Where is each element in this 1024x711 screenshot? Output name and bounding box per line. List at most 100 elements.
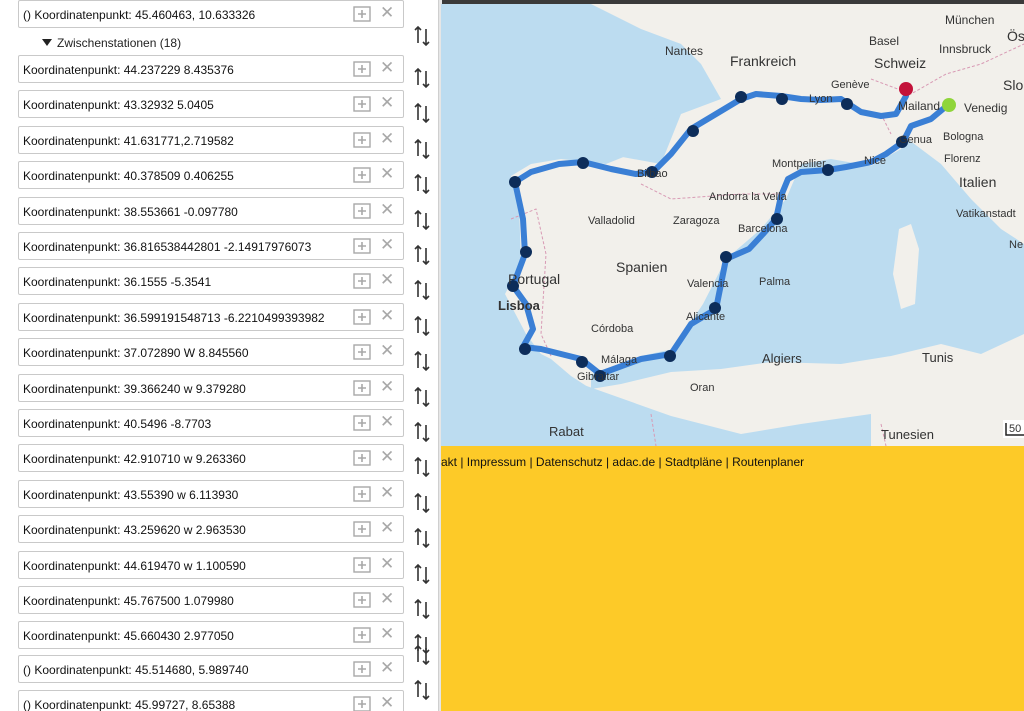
waypoint-marker[interactable] [720,251,732,263]
close-icon[interactable]: ✕ [380,659,394,676]
map-label-valencia: Valencia [687,278,729,290]
add-stop-icon[interactable] [353,627,371,643]
waypoint-row[interactable]: Koordinatenpunkt: 44.619470 w 1.100590 ✕ [18,551,404,579]
footer-links[interactable]: akt | Impressum | Datenschutz | adac.de … [441,455,804,469]
waypoint-marker[interactable] [509,176,521,188]
close-icon[interactable]: ✕ [380,519,394,536]
close-icon[interactable]: ✕ [380,484,394,501]
waypoint-row[interactable]: Koordinatenpunkt: 43.259620 w 2.963530 ✕ [18,515,404,543]
swap-arrows-icon[interactable] [412,66,432,90]
waypoint-row[interactable]: Koordinatenpunkt: 42.910710 w 9.263360 ✕ [18,444,404,472]
map-label-mailand: Mailand [898,99,940,113]
add-stop-icon[interactable] [353,203,371,219]
add-stop-icon[interactable] [353,380,371,396]
waypoint-marker[interactable] [577,157,589,169]
add-stop-icon[interactable] [353,661,371,677]
swap-arrows-icon[interactable] [412,597,432,621]
waypoint-row[interactable]: Koordinatenpunkt: 38.553661 -0.097780 ✕ [18,197,404,225]
close-icon[interactable]: ✕ [380,94,394,111]
add-stop-icon[interactable] [353,309,371,325]
swap-arrows-icon[interactable] [412,678,432,702]
waypoint-row[interactable]: Koordinatenpunkt: 40.378509 0.406255 ✕ [18,161,404,189]
waypoint-row[interactable]: Koordinatenpunkt: 40.5496 -8.7703 ✕ [18,409,404,437]
close-icon[interactable]: ✕ [380,4,394,21]
waypoint-row[interactable]: Koordinatenpunkt: 44.237229 8.435376 ✕ [18,55,404,83]
add-stop-icon[interactable] [353,344,371,360]
waypoint-marker[interactable] [687,125,699,137]
add-stop-icon[interactable] [353,61,371,77]
close-icon[interactable]: ✕ [380,555,394,572]
waypoint-marker[interactable] [776,93,788,105]
close-icon[interactable]: ✕ [380,59,394,76]
map-label-muenchen: München [945,13,994,27]
close-icon[interactable]: ✕ [380,448,394,465]
waypoint-marker[interactable] [735,91,747,103]
add-stop-icon[interactable] [353,521,371,537]
close-icon[interactable]: ✕ [380,201,394,218]
waypoint-row[interactable]: () Koordinatenpunkt: 45.99727, 8.65388 ✕ [18,690,404,711]
waypoint-row[interactable]: Koordinatenpunkt: 36.816538442801 -2.149… [18,232,404,260]
swap-arrows-icon[interactable] [412,420,432,444]
swap-arrows-icon[interactable] [412,385,432,409]
waypoint-row[interactable]: Koordinatenpunkt: 43.55390 w 6.113930 ✕ [18,480,404,508]
swap-arrows-icon[interactable] [412,314,432,338]
swap-arrows-icon[interactable] [412,172,432,196]
waypoint-marker[interactable] [664,350,676,362]
waypoint-row[interactable]: Koordinatenpunkt: 41.631771,2.719582 ✕ [18,126,404,154]
swap-arrows-icon[interactable] [412,278,432,302]
close-icon[interactable]: ✕ [380,130,394,147]
footer-bar: akt | Impressum | Datenschutz | adac.de … [441,446,1024,711]
close-icon[interactable]: ✕ [380,307,394,324]
waypoint-marker[interactable] [841,98,853,110]
waypoint-row[interactable]: () Koordinatenpunkt: 45.514680, 5.989740… [18,655,404,683]
waypoint-row[interactable]: Koordinatenpunkt: 45.660430 2.977050 ✕ [18,621,404,649]
route-map[interactable]: München Öst Basel Innsbruck Nantes Frank… [441,4,1024,446]
close-icon[interactable]: ✕ [380,342,394,359]
waypoint-row[interactable]: Koordinatenpunkt: 43.32932 5.0405 ✕ [18,90,404,118]
swap-arrows-icon[interactable] [412,526,432,550]
add-stop-icon[interactable] [353,557,371,573]
add-stop-icon[interactable] [353,273,371,289]
swap-arrows-icon[interactable] [412,243,432,267]
end-marker[interactable] [899,82,913,96]
swap-arrows-icon[interactable] [412,101,432,125]
add-stop-icon[interactable] [353,450,371,466]
close-icon[interactable]: ✕ [380,165,394,182]
waypoint-row[interactable]: Koordinatenpunkt: 36.599191548713 -6.221… [18,303,404,331]
swap-arrows-icon[interactable] [412,643,432,667]
close-icon[interactable]: ✕ [380,271,394,288]
waypoint-row[interactable]: Koordinatenpunkt: 36.1555 -5.3541 ✕ [18,267,404,295]
swap-arrows-icon[interactable] [412,208,432,232]
add-stop-icon[interactable] [353,592,371,608]
waypoint-marker[interactable] [519,343,531,355]
close-icon[interactable]: ✕ [380,413,394,430]
waypoint-label: Koordinatenpunkt: 41.631771,2.719582 [23,134,234,148]
add-stop-icon[interactable] [353,167,371,183]
add-stop-icon[interactable] [353,6,371,22]
waypoint-start-row[interactable]: () Koordinatenpunkt: 45.460463, 10.63332… [18,0,404,28]
swap-arrows-icon[interactable] [412,491,432,515]
waypoint-row[interactable]: Koordinatenpunkt: 45.767500 1.079980 ✕ [18,586,404,614]
swap-arrows-icon[interactable] [412,455,432,479]
add-stop-icon[interactable] [353,696,371,711]
waypoint-marker[interactable] [520,246,532,258]
swap-arrows-icon[interactable] [412,349,432,373]
add-stop-icon[interactable] [353,415,371,431]
close-icon[interactable]: ✕ [380,590,394,607]
start-marker[interactable] [942,98,956,112]
add-stop-icon[interactable] [353,132,371,148]
swap-arrows-icon[interactable] [412,562,432,586]
waypoint-marker[interactable] [576,356,588,368]
add-stop-icon[interactable] [353,238,371,254]
waypoint-row[interactable]: Koordinatenpunkt: 37.072890 W 8.845560 ✕ [18,338,404,366]
swap-arrows-icon[interactable] [412,24,432,48]
add-stop-icon[interactable] [353,96,371,112]
close-icon[interactable]: ✕ [380,694,394,711]
close-icon[interactable]: ✕ [380,378,394,395]
waypoint-row[interactable]: Koordinatenpunkt: 39.366240 w 9.379280 ✕ [18,374,404,402]
swap-arrows-icon[interactable] [412,137,432,161]
close-icon[interactable]: ✕ [380,625,394,642]
intermediate-stops-toggle[interactable]: Zwischenstationen (18) [42,36,181,50]
close-icon[interactable]: ✕ [380,236,394,253]
add-stop-icon[interactable] [353,486,371,502]
